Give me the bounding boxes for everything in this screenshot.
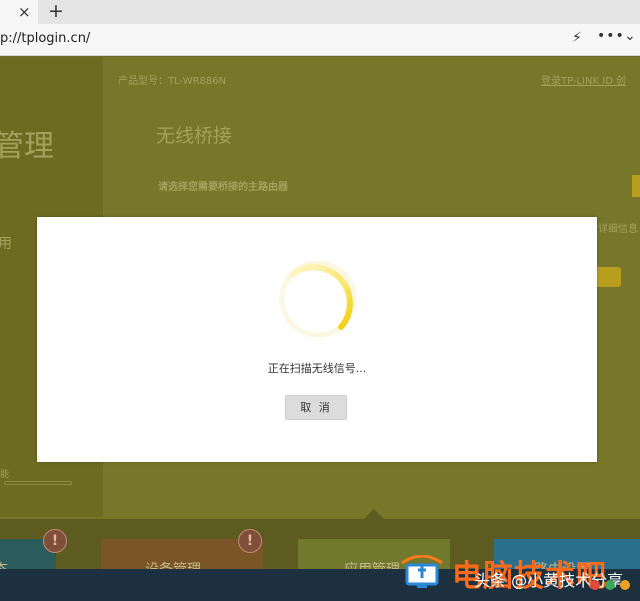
- lightning-icon[interactable]: ⚡: [572, 30, 582, 46]
- chevron-down-icon[interactable]: ⌄: [624, 28, 636, 44]
- plus-icon[interactable]: +: [48, 0, 64, 22]
- yellow-button-top[interactable]: [632, 175, 640, 197]
- sidebar-title: 管理: [0, 129, 54, 164]
- browser-tab[interactable]: ×: [0, 0, 38, 24]
- sidebar-text: 用: [0, 236, 12, 252]
- scan-status-text: 正在扫描无线信号...: [267, 362, 367, 375]
- close-icon[interactable]: ×: [18, 2, 31, 22]
- product-model: 产品型号：TL-WR886N: [118, 76, 227, 87]
- instruction-text: 请选择您需要桥接的主路由器: [158, 182, 288, 193]
- tab-bar: × +: [0, 0, 640, 24]
- sidebar-progress: [4, 481, 72, 485]
- scan-dialog: 正在扫描无线信号... 取 消: [37, 217, 597, 462]
- monitor-logo-icon: [401, 555, 443, 588]
- address-bar: p://tplogin.cn/ ⚡ ••• ⌄: [0, 24, 640, 56]
- alert-icon: !: [238, 529, 262, 553]
- login-link-text: 登录TP-LINK ID: [541, 76, 613, 87]
- create-link-text: 创: [616, 76, 627, 87]
- yellow-button-mid[interactable]: [596, 267, 621, 287]
- alert-icon: !: [43, 529, 67, 553]
- detail-link[interactable]: 详细信息: [598, 220, 638, 235]
- tray-icons: [590, 580, 630, 590]
- panel-pointer: [364, 509, 384, 519]
- loading-spinner-icon: [279, 260, 357, 338]
- tplink-login-link[interactable]: 登录TP-LINK ID 创: [541, 72, 626, 87]
- cancel-button[interactable]: 取 消: [285, 395, 347, 420]
- page-title: 无线桥接: [156, 125, 233, 147]
- url-field[interactable]: p://tplogin.cn/: [0, 31, 90, 46]
- more-icon[interactable]: •••: [597, 28, 625, 44]
- sidebar-small-text: 能: [0, 470, 10, 480]
